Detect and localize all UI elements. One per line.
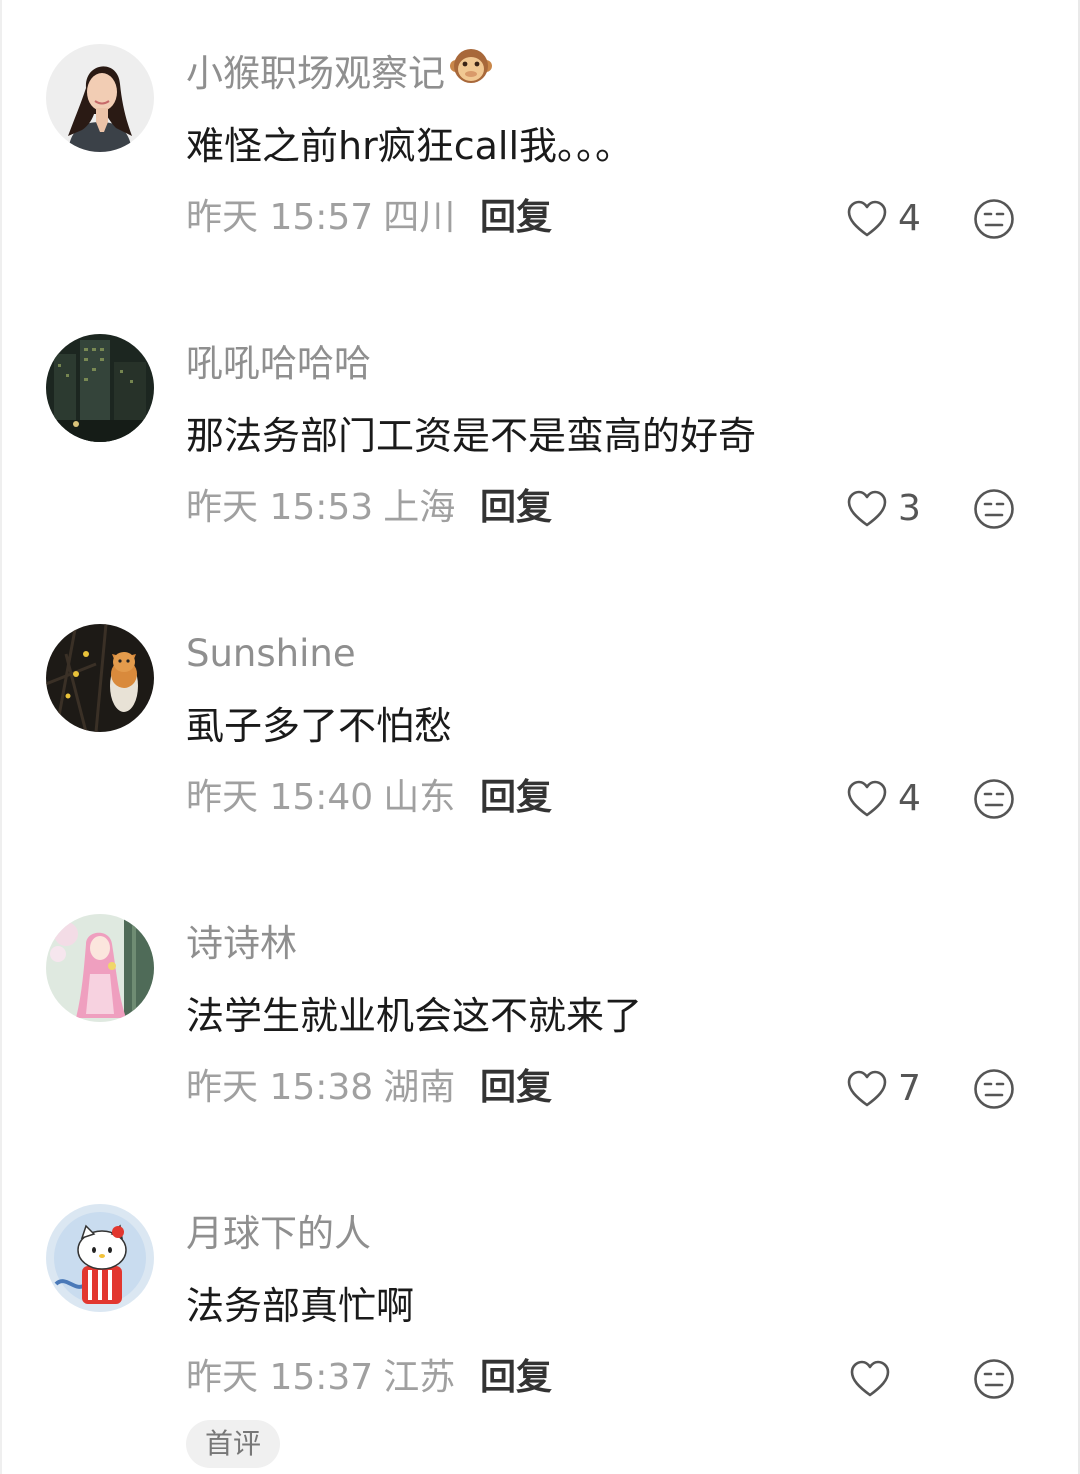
comment-item: 诗诗林 法学生就业机会这不就来了 昨天 15:38 湖南 回复 7 <box>0 870 1080 1160</box>
comment-text: 那法务部门工资是不是蛮高的好奇 <box>186 414 757 458</box>
avatar-hello-kitty-image <box>46 1204 154 1312</box>
heart-icon <box>847 200 887 237</box>
heart-icon <box>847 780 887 817</box>
comment-time: 昨天 15:38 <box>186 1067 374 1108</box>
like-count: 7 <box>898 1068 921 1109</box>
reply-button[interactable]: 回复 <box>480 773 552 823</box>
comment-time: 昨天 15:57 <box>186 197 374 238</box>
comment-meta: 昨天 15:37 江苏 <box>186 1353 455 1403</box>
heart-icon <box>850 1360 890 1397</box>
comment-item: 吼吼哈哈哈 那法务部门工资是不是蛮高的好奇 昨天 15:53 上海 回复 3 <box>0 290 1080 580</box>
dislike-button[interactable] <box>973 198 1015 240</box>
meh-face-icon <box>974 1359 1014 1399</box>
reply-button[interactable]: 回复 <box>480 483 552 533</box>
avatar-anime-girl-pink-image <box>46 914 154 1022</box>
avatar-city-night-image <box>46 334 154 442</box>
heart-icon <box>847 490 887 527</box>
dislike-button[interactable] <box>973 1358 1015 1400</box>
comment-time: 昨天 15:37 <box>186 1357 374 1398</box>
like-button[interactable]: 4 <box>846 196 921 242</box>
comment-time: 昨天 15:40 <box>186 777 374 818</box>
comment-meta: 昨天 15:57 四川 <box>186 193 455 243</box>
comment-item: Sunshine 虱子多了不怕愁 昨天 15:40 山东 回复 4 <box>0 580 1080 870</box>
username[interactable]: 月球下的人 <box>186 1208 371 1260</box>
avatar[interactable] <box>46 44 154 152</box>
avatar[interactable] <box>46 1204 154 1312</box>
like-count: 4 <box>898 778 921 819</box>
comment-location: 山东 <box>383 777 456 818</box>
like-count: 4 <box>898 198 921 239</box>
comment-time: 昨天 15:53 <box>186 487 374 528</box>
comment-text: 法学生就业机会这不就来了 <box>186 994 643 1038</box>
comment-item: 小猴职场观察记 难怪之前hr疯狂call我。。。 昨天 15:57 四川 回复 4 <box>0 0 1080 290</box>
comment-meta: 昨天 15:40 山东 <box>186 773 455 823</box>
comment-item: 月球下的人 法务部真忙啊 昨天 15:37 江苏 回复 <box>0 1160 1080 1450</box>
first-comment-badge: 首评 <box>186 1420 280 1468</box>
like-button[interactable]: 7 <box>846 1066 921 1112</box>
username[interactable]: Sunshine <box>186 628 356 680</box>
meh-face-icon <box>974 489 1014 529</box>
like-button[interactable] <box>849 1356 901 1402</box>
reply-button[interactable]: 回复 <box>480 193 552 243</box>
monkey-face-icon <box>449 46 493 100</box>
comment-text: 难怪之前hr疯狂call我。。。 <box>186 124 634 168</box>
reply-button[interactable]: 回复 <box>480 1353 552 1403</box>
dislike-button[interactable] <box>973 778 1015 820</box>
avatar-woman-portrait-image <box>46 44 154 152</box>
username[interactable]: 诗诗林 <box>186 918 297 970</box>
comment-location: 湖南 <box>383 1067 456 1108</box>
comment-location: 上海 <box>383 487 456 528</box>
comment-location: 四川 <box>383 197 456 238</box>
comment-meta: 昨天 15:53 上海 <box>186 483 455 533</box>
meh-face-icon <box>974 779 1014 819</box>
comment-meta: 昨天 15:38 湖南 <box>186 1063 455 1113</box>
meh-face-icon <box>974 199 1014 239</box>
avatar[interactable] <box>46 914 154 1022</box>
comment-location: 江苏 <box>383 1357 456 1398</box>
avatar[interactable] <box>46 334 154 442</box>
avatar-cat-on-tree-image <box>46 624 154 732</box>
username[interactable]: 小猴职场观察记 <box>186 48 493 100</box>
reply-button[interactable]: 回复 <box>480 1063 552 1113</box>
meh-face-icon <box>974 1069 1014 1109</box>
like-button[interactable]: 4 <box>846 776 921 822</box>
avatar[interactable] <box>46 624 154 732</box>
heart-icon <box>847 1070 887 1107</box>
like-count: 3 <box>898 488 921 529</box>
username[interactable]: 吼吼哈哈哈 <box>186 338 371 390</box>
dislike-button[interactable] <box>973 1068 1015 1110</box>
dislike-button[interactable] <box>973 488 1015 530</box>
comment-text: 虱子多了不怕愁 <box>186 704 453 748</box>
like-button[interactable]: 3 <box>846 486 921 532</box>
comment-text: 法务部真忙啊 <box>186 1284 415 1328</box>
